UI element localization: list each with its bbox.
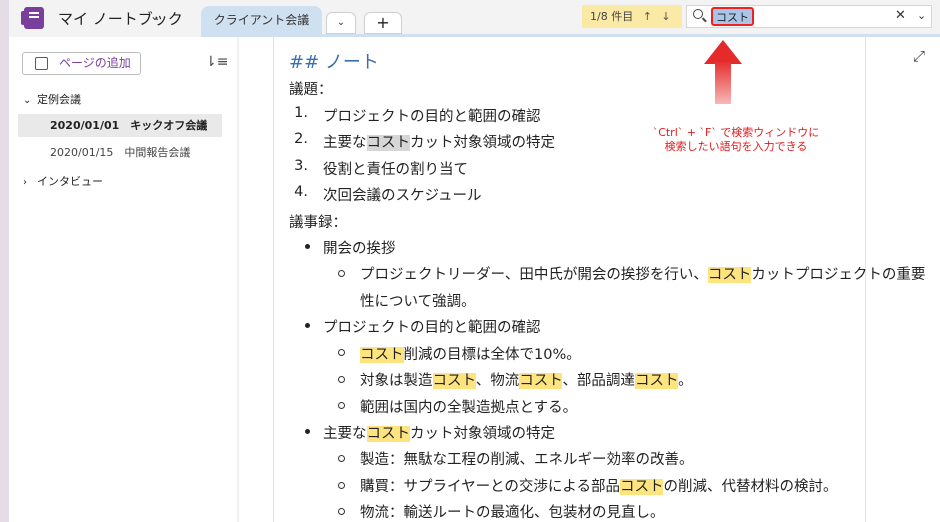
sub-bullet-icon xyxy=(338,349,345,356)
minutes-subitem[interactable]: 対象は製造コスト、物流コスト、部品調達コスト。 xyxy=(360,369,693,390)
minutes-subitem[interactable]: プロジェクトリーダー、田中氏が開会の挨拶を行い、コストカットプロジェクトの重要 xyxy=(360,263,925,284)
annotation-line-1: `Ctrl` + `F` で検索ウィンドウに xyxy=(652,126,820,139)
sort-icon[interactable]: ⇂≡ xyxy=(205,54,228,70)
notebook-color-strip xyxy=(0,0,9,522)
agenda-item[interactable]: 役割と責任の割り当て xyxy=(323,158,468,179)
search-input[interactable]: コスト ✕ ⌄ xyxy=(686,5,932,28)
search-hit: コスト xyxy=(619,479,664,495)
search-icon xyxy=(693,9,703,19)
sub-bullet-icon xyxy=(338,270,345,277)
minutes-subitem[interactable]: 製造：無駄な工程の削減、エネルギー効率の改善。 xyxy=(360,448,694,469)
agenda-item[interactable]: プロジェクトの目的と範囲の確認 xyxy=(323,105,541,126)
note-canvas[interactable]: ⤢ ## ノート 議題： 1. プロジェクトの目的と範囲の確認 2. 主要なコス… xyxy=(239,37,940,522)
bullet-icon xyxy=(305,244,310,249)
list-number: 3. xyxy=(294,158,308,174)
current-search-hit: コスト xyxy=(366,135,410,151)
annotation-note: `Ctrl` + `F` で検索ウィンドウに 検索したい語句を入力できる xyxy=(652,126,820,154)
minutes-subitem[interactable]: 範囲は国内の全製造拠点とする。 xyxy=(360,396,577,417)
section-teirei[interactable]: ⌄ 定例会議 xyxy=(23,91,81,107)
list-number: 2. xyxy=(294,131,308,147)
expand-icon[interactable]: ⤢ xyxy=(913,47,925,65)
chevron-down-icon[interactable]: ⌄ xyxy=(150,9,160,23)
section-label: 定例会議 xyxy=(37,93,81,106)
minutes-subitem[interactable]: コスト削減の目標は全体で10%。 xyxy=(360,343,581,364)
add-page-button[interactable]: ページの追加 xyxy=(22,52,141,75)
sub-bullet-icon xyxy=(338,455,345,462)
search-query[interactable]: コスト xyxy=(711,7,754,26)
new-page-icon xyxy=(35,57,48,70)
annotation-arrow-icon xyxy=(704,40,742,64)
chevron-down-icon[interactable]: ⌄ xyxy=(917,9,926,22)
search-hit: コスト xyxy=(366,426,410,442)
notebook-icon[interactable] xyxy=(21,7,44,29)
minutes-label[interactable]: 議事録： xyxy=(289,211,347,232)
minutes-item[interactable]: 主要なコストカット対象領域の特定 xyxy=(323,422,555,443)
next-result-button[interactable]: ↓ xyxy=(661,10,670,23)
minutes-subitem[interactable]: 購買：サプライヤーとの交渉による部品コストの削減、代替材料の検討。 xyxy=(360,475,837,496)
agenda-label[interactable]: 議題： xyxy=(289,78,333,99)
search-hit: コスト xyxy=(707,267,752,283)
search-result-counter: 1/8 件目 ↑ ↓ xyxy=(582,5,682,28)
agenda-item[interactable]: 次回会議のスケジュール xyxy=(323,184,481,205)
list-number: 1. xyxy=(294,105,308,121)
notebook-title[interactable]: マイ ノートブック xyxy=(58,8,183,29)
page-list-sidebar: ページの追加 ⇂≡ ⌄ 定例会議 2020/01/01 キックオフ会議 2020/… xyxy=(9,37,245,522)
page-margin-left xyxy=(273,37,274,522)
search-hit: コスト xyxy=(360,347,404,363)
agenda-item[interactable]: 主要なコストカット対象領域の特定 xyxy=(323,131,555,152)
search-hit: コスト xyxy=(634,373,679,389)
minutes-item[interactable]: プロジェクトの目的と範囲の確認 xyxy=(323,316,541,337)
search-result-count: 1/8 件目 xyxy=(590,10,634,23)
page-item-kickoff[interactable]: 2020/01/01 キックオフ会議 xyxy=(18,114,222,137)
chevron-right-icon: › xyxy=(23,177,27,188)
page-item-interim[interactable]: 2020/01/15 中間報告会議 xyxy=(18,141,222,164)
sub-bullet-icon xyxy=(338,482,345,489)
list-number: 4. xyxy=(294,184,308,200)
add-section-button[interactable]: + xyxy=(364,12,402,34)
bullet-icon xyxy=(305,323,310,328)
add-page-label: ページの追加 xyxy=(59,56,131,70)
tab-client-meeting[interactable]: クライアント会議 xyxy=(201,6,322,37)
bullet-icon xyxy=(305,429,310,434)
close-icon[interactable]: ✕ xyxy=(895,8,906,23)
search-hit: コスト xyxy=(519,373,563,389)
sub-bullet-icon xyxy=(338,508,345,515)
annotation-arrow-shaft xyxy=(715,62,731,104)
sub-bullet-icon xyxy=(338,376,345,383)
annotation-line-2: 検索したい語句を入力できる xyxy=(664,140,808,153)
note-heading[interactable]: ## ノート xyxy=(289,48,379,74)
sub-bullet-icon xyxy=(338,402,345,409)
minutes-item[interactable]: 開会の挨拶 xyxy=(323,237,396,258)
minutes-subitem[interactable]: 物流：輸送ルートの最適化、包装材の見直し。 xyxy=(360,501,665,522)
title-bar: マイ ノートブック ⌄ クライアント会議 ⌄ + 1/8 件目 ↑ ↓ コスト … xyxy=(0,0,940,37)
section-interview[interactable]: › インタビュー xyxy=(23,173,103,189)
tab-list-dropdown[interactable]: ⌄ xyxy=(326,12,356,34)
previous-result-button[interactable]: ↑ xyxy=(643,10,652,23)
chevron-down-icon: ⌄ xyxy=(23,95,32,106)
section-label: インタビュー xyxy=(37,175,103,188)
minutes-subitem-cont[interactable]: 性について強調。 xyxy=(360,290,476,311)
search-hit: コスト xyxy=(432,373,476,389)
chevron-down-icon: ⌄ xyxy=(336,17,346,28)
